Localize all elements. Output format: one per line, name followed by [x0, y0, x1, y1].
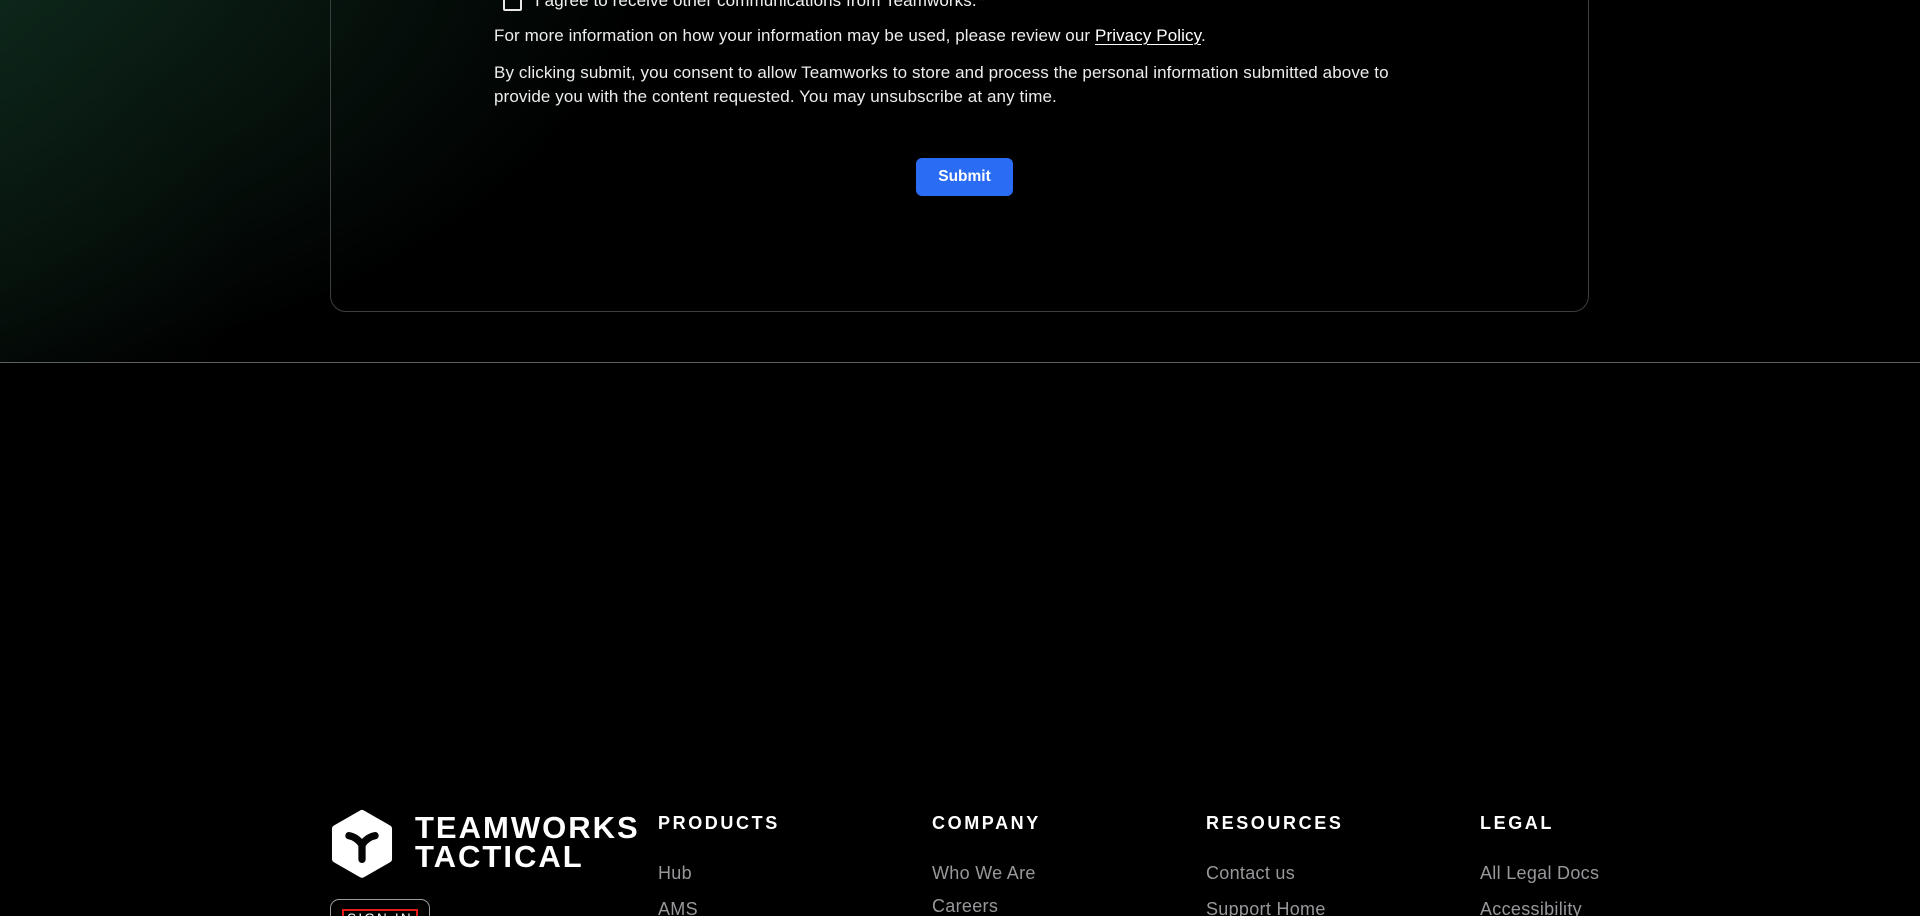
privacy-policy-link[interactable]: Privacy Policy: [1095, 26, 1201, 45]
brand-wordmark: TEAMWORKS TACTICAL: [415, 810, 640, 874]
footer-link-accessibility[interactable]: Accessibility: [1480, 899, 1599, 916]
agree-checkbox[interactable]: [503, 0, 522, 11]
form-card: [330, 0, 1589, 312]
brand-logo: TEAMWORKS TACTICAL: [331, 809, 640, 878]
privacy-info-suffix: .: [1200, 26, 1206, 45]
footer-column-products: PRODUCTS Hub AMS Nutrition: [658, 813, 780, 916]
footer-link-contact-us[interactable]: Contact us: [1206, 863, 1343, 884]
privacy-info-prefix: For more information on how your informa…: [494, 26, 1095, 45]
footer-column-company: COMPANY Who We Are Careers: [932, 813, 1041, 916]
sign-in-button[interactable]: SIGN IN: [330, 899, 430, 916]
required-asterisk: *: [978, 0, 986, 10]
submit-button[interactable]: Submit: [916, 158, 1013, 196]
form-section: I agree to receive other communications …: [0, 0, 1920, 363]
consent-checkbox-row: I agree to receive other communications …: [503, 0, 985, 11]
footer-link-who-we-are[interactable]: Who We Are: [932, 863, 1041, 884]
footer-column-resources: RESOURCES Contact us Support Home Learni…: [1206, 813, 1343, 916]
footer-link-all-legal-docs[interactable]: All Legal Docs: [1480, 863, 1599, 884]
footer: TEAMWORKS TACTICAL SIGN IN (202) 875-893…: [0, 363, 1920, 916]
footer-column-legal: LEGAL All Legal Docs Accessibility Priva…: [1480, 813, 1599, 916]
hexagon-logo-icon: [331, 809, 393, 878]
consent-paragraph: By clicking submit, you consent to allow…: [494, 63, 1389, 106]
brand-line-2: TACTICAL: [415, 839, 584, 874]
brand-line-1: TEAMWORKS: [415, 810, 640, 845]
footer-link-hub[interactable]: Hub: [658, 863, 780, 884]
page: I agree to receive other communications …: [0, 0, 1920, 916]
column-title-legal: LEGAL: [1480, 813, 1554, 833]
footer-link-careers[interactable]: Careers: [932, 896, 1041, 916]
column-title-resources: RESOURCES: [1206, 813, 1344, 833]
footer-link-support-home[interactable]: Support Home: [1206, 899, 1343, 916]
column-title-products: PRODUCTS: [658, 813, 780, 833]
column-title-company: COMPANY: [932, 813, 1041, 833]
sign-in-label-annotation-highlight: SIGN IN: [342, 908, 418, 916]
privacy-info-line: For more information on how your informa…: [494, 26, 1206, 46]
footer-link-ams[interactable]: AMS: [658, 899, 780, 916]
agree-checkbox-label: I agree to receive other communications …: [535, 0, 977, 10]
